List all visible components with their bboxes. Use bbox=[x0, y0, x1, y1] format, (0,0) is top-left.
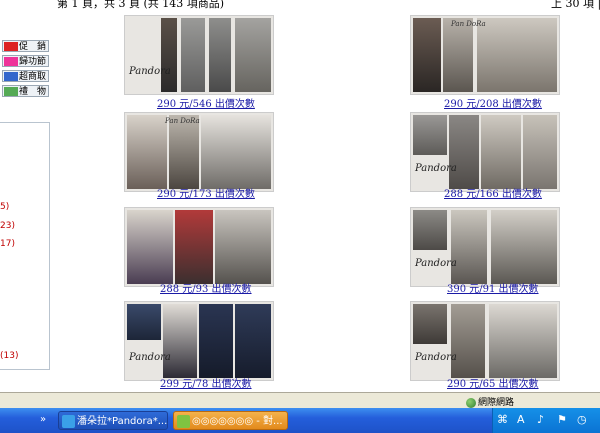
category-count[interactable]: 23) bbox=[0, 221, 15, 231]
sidebar-button-festival[interactable]: 歸功節 bbox=[2, 55, 49, 67]
store-icon bbox=[4, 72, 18, 81]
sidebar-button-sale[interactable]: 促 銷 bbox=[2, 40, 49, 52]
product-image[interactable]: Pandora bbox=[124, 301, 274, 381]
task-label: 潘朵拉*Pandora*... bbox=[77, 416, 168, 427]
globe-icon bbox=[466, 397, 476, 408]
tray-clock-icon[interactable]: ◷ bbox=[577, 413, 587, 426]
sidebar-button-label: 歸功節 bbox=[19, 57, 47, 67]
category-panel: 5) 23) 17) (13) bbox=[0, 122, 50, 370]
tray-network-icon[interactable]: ⌘ bbox=[497, 413, 508, 426]
product-price-link[interactable]: 288 元/166 出價次數 bbox=[444, 185, 542, 200]
ie-icon bbox=[62, 415, 75, 428]
present-icon bbox=[4, 87, 18, 96]
product-image[interactable]: Pan DoRa bbox=[410, 15, 560, 95]
sale-icon bbox=[4, 42, 18, 51]
product-price-link[interactable]: 290 元/65 出價次數 bbox=[447, 375, 539, 390]
product-image[interactable]: Pandora bbox=[410, 207, 560, 287]
product-price-link[interactable]: 290 元/208 出價次數 bbox=[444, 95, 542, 110]
brand-logo: Pandora bbox=[415, 258, 457, 269]
category-count[interactable]: (13) bbox=[0, 351, 18, 361]
tray-flag-icon[interactable]: ⚑ bbox=[557, 413, 567, 426]
product-price-link[interactable]: 290 元/173 出價次數 bbox=[157, 185, 255, 200]
browser-status-bar: 網際網路 bbox=[0, 392, 600, 408]
brand-logo: Pandora bbox=[415, 352, 457, 363]
sidebar-button-label: 促 銷 bbox=[19, 42, 47, 52]
system-tray: ⌘ A ♪ ⚑ ◷ bbox=[492, 408, 600, 433]
pager-prev-next[interactable]: 上 30 項 | 下 bbox=[551, 0, 600, 11]
brand-tag: Pan DoRa bbox=[451, 20, 486, 28]
quicklaunch-more-button[interactable]: » bbox=[40, 414, 46, 425]
security-zone: 網際網路 bbox=[466, 395, 514, 408]
brand-logo: Pandora bbox=[129, 66, 171, 77]
product-image[interactable] bbox=[124, 207, 274, 287]
zone-label: 網際網路 bbox=[478, 398, 515, 408]
product-image[interactable]: Pandora bbox=[410, 301, 560, 381]
tray-a-icon[interactable]: A bbox=[517, 413, 525, 426]
tray-speaker-icon[interactable]: ♪ bbox=[537, 413, 544, 426]
taskbar-button-browser[interactable]: 潘朵拉*Pandora*... bbox=[58, 411, 168, 430]
product-price-link[interactable]: 290 元/546 出價次數 bbox=[157, 95, 255, 110]
product-image[interactable]: Pandora bbox=[410, 112, 560, 192]
taskbar: » 潘朵拉*Pandora*... ◎◎◎◎◎◎◎ - 對... ⌘ A ♪ ⚑… bbox=[0, 408, 600, 433]
product-price-link[interactable]: 288 元/93 出價次數 bbox=[160, 280, 252, 295]
pager-summary: 第 1 頁，共 3 頁 (共 143 項商品) bbox=[57, 0, 225, 10]
product-image[interactable]: Pandora bbox=[124, 15, 274, 95]
task-label: ◎◎◎◎◎◎◎ - 對... bbox=[192, 416, 283, 427]
brand-logo: Pandora bbox=[415, 163, 457, 174]
sidebar-button-label: 超商取 bbox=[19, 72, 47, 82]
gift-person-icon bbox=[4, 57, 18, 66]
brand-tag: Pan DoRa bbox=[165, 117, 200, 125]
product-price-link[interactable]: 390 元/91 出價次數 bbox=[447, 280, 539, 295]
category-count[interactable]: 5) bbox=[0, 202, 9, 212]
sidebar-button-gift[interactable]: 禮 物 bbox=[2, 85, 49, 97]
chat-icon bbox=[177, 415, 190, 428]
brand-logo: Pandora bbox=[129, 352, 171, 363]
sidebar-button-store-pickup[interactable]: 超商取 bbox=[2, 70, 49, 82]
product-image[interactable]: Pan DoRa bbox=[124, 112, 274, 192]
taskbar-button-chat[interactable]: ◎◎◎◎◎◎◎ - 對... bbox=[173, 411, 288, 430]
category-count[interactable]: 17) bbox=[0, 239, 15, 249]
product-price-link[interactable]: 299 元/78 出價次數 bbox=[160, 375, 252, 390]
sidebar-button-label: 禮 物 bbox=[19, 87, 47, 97]
